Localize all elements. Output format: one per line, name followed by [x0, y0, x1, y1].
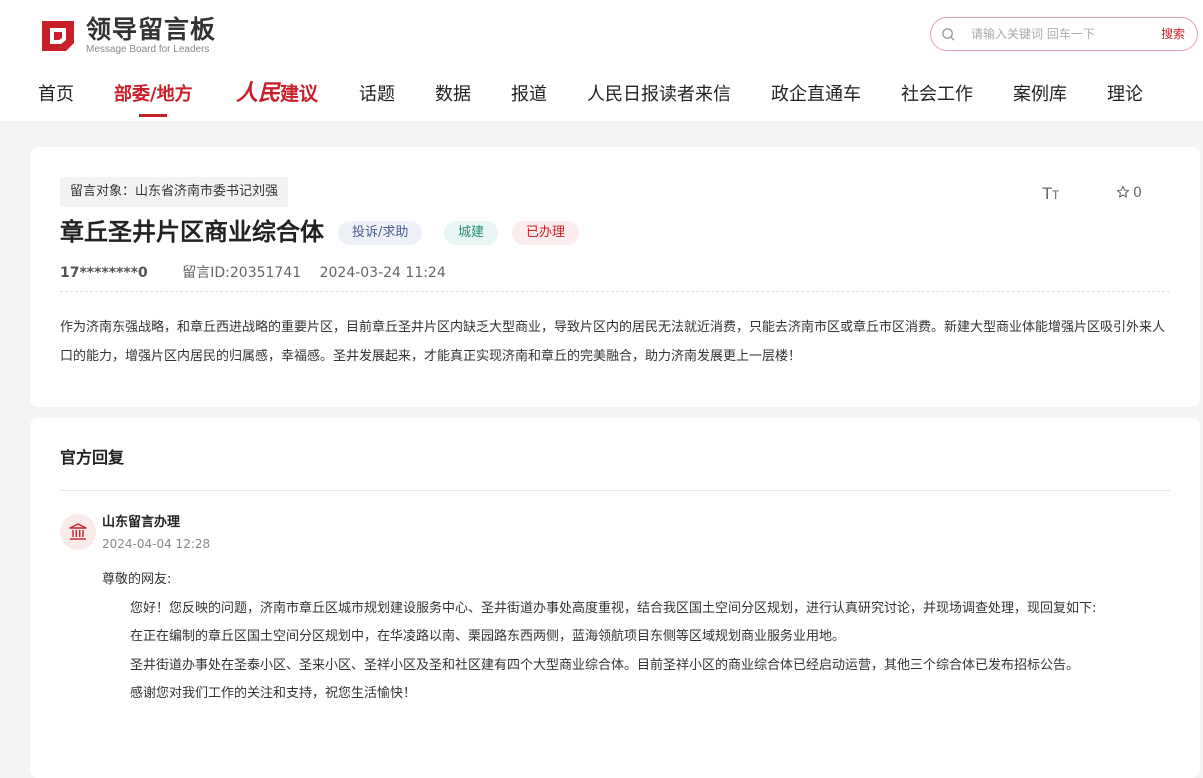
search-input[interactable]	[971, 24, 1131, 44]
font-size-icon[interactable]: T T	[1042, 183, 1064, 201]
favorite-count: 0	[1133, 185, 1142, 201]
reply-paragraph: 您好！您反映的问题，济南市章丘区城市规划建设服务中心、圣井街道办事处高度重视，结…	[130, 600, 1097, 616]
message-title: 章丘圣井片区商业综合体	[60, 218, 324, 246]
logo-title: 领导留言板	[86, 15, 217, 44]
nav-theory[interactable]: 理论	[1107, 82, 1143, 108]
message-meta: 17********0 留言ID:20351741 2024-03-24 11:…	[60, 263, 446, 283]
nav-home[interactable]: 首页	[38, 82, 74, 108]
nav-social-work[interactable]: 社会工作	[901, 82, 973, 108]
nav-topics[interactable]: 话题	[359, 82, 395, 108]
message-user: 17********0	[60, 265, 148, 281]
nav-brand-part1: 人民	[236, 80, 281, 106]
category-badge: 城建	[444, 221, 499, 245]
nav-ministries[interactable]: 部委/地方	[114, 82, 193, 108]
reply-paragraph: 感谢您对我们工作的关注和支持，祝您生活愉快！	[130, 686, 417, 701]
site-logo[interactable]: 领导留言板 Message Board for Leaders	[38, 14, 228, 58]
svg-text:T: T	[1042, 184, 1052, 201]
message-card: 留言对象：山东省济南市委书记刘强 T T 0 章丘圣井片区商业综合体 投诉/求助…	[30, 147, 1200, 407]
star-icon	[1116, 185, 1130, 198]
reply-card: 官方回复 山东留言办理 2024-04-04 12:28 尊敬的网友: 您好！您…	[30, 418, 1200, 778]
main-nav: 首页 部委/地方 人民建议 话题 数据 报道 人民日报读者来信 政企直通车 社会…	[0, 78, 1203, 122]
logo-mark-icon	[42, 21, 74, 51]
nav-reports[interactable]: 报道	[511, 82, 547, 108]
message-id: 留言ID:20351741	[182, 265, 302, 281]
favorite-button[interactable]: 0	[1116, 185, 1142, 201]
search-icon	[942, 28, 955, 41]
nav-brand-part2: 建议	[280, 83, 319, 105]
reply-paragraph: 在正在编制的章丘区国土空间分区规划中，在华凌路以南、栗园路东西两侧，蓝海领航项目…	[130, 629, 846, 644]
reply-paragraph: 圣井街道办事处在圣泰小区、圣来小区、圣祥小区及圣和社区建有四个大型商业综合体。目…	[130, 657, 1080, 673]
message-datetime: 2024-03-24 11:24	[319, 265, 446, 281]
search-box: 搜索	[930, 17, 1198, 51]
type-badge: 投诉/求助	[338, 221, 423, 245]
message-target: 留言对象：山东省济南市委书记刘强	[60, 177, 289, 207]
avatar	[60, 514, 96, 550]
nav-cases[interactable]: 案例库	[1013, 82, 1067, 108]
nav-data[interactable]: 数据	[435, 82, 471, 108]
nav-renmin-jianyi[interactable]: 人民建议	[236, 78, 318, 109]
reply-body: 尊敬的网友: 您好！您反映的问题，济南市章丘区城市规划建设服务中心、圣井街道办事…	[102, 566, 1170, 709]
nav-gov-business[interactable]: 政企直通车	[771, 82, 861, 108]
reply-date: 2024-04-04 12:28	[102, 537, 211, 551]
nav-active-indicator	[139, 114, 167, 117]
status-badge: 已办理	[512, 221, 580, 245]
divider	[60, 490, 1170, 491]
nav-readers-letters[interactable]: 人民日报读者来信	[587, 82, 731, 108]
site-header: 领导留言板 Message Board for Leaders 搜索 首页 部委…	[0, 0, 1203, 121]
message-content: 作为济南东强战略，和章丘西进战略的重要片区，目前章丘圣井片区内缺乏大型商业，导致…	[60, 320, 1166, 364]
replier-name: 山东留言办理	[102, 515, 181, 530]
reply-section-title: 官方回复	[60, 448, 125, 467]
government-building-icon	[69, 523, 87, 540]
reply-greeting: 尊敬的网友:	[102, 572, 172, 587]
logo-subtitle: Message Board for Leaders	[86, 44, 210, 55]
divider	[60, 291, 1170, 292]
search-button[interactable]: 搜索	[1161, 26, 1185, 42]
svg-text:T: T	[1052, 188, 1060, 201]
